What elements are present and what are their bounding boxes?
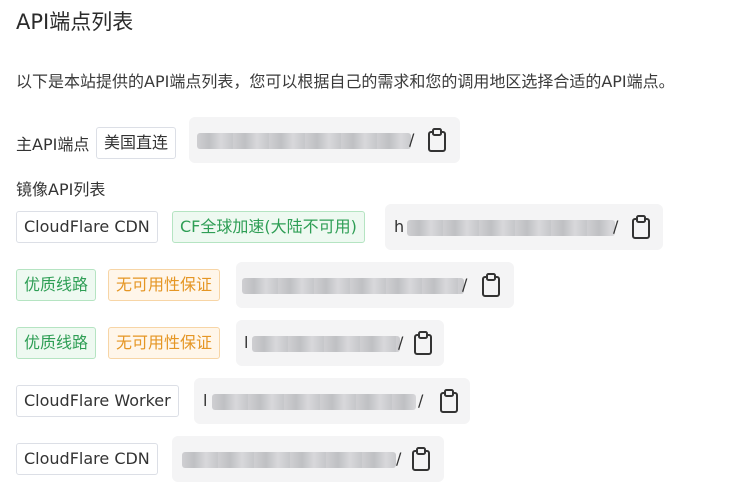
page-description: 以下是本站提供的API端点列表，您可以根据自己的需求和您的调用地区选择合适的AP… (16, 72, 675, 91)
main-endpoint-url[interactable]: / (189, 117, 460, 163)
blurred-url (407, 220, 615, 236)
blurred-url (197, 133, 411, 149)
url-visible-end: / (409, 130, 415, 149)
mirror-tag: 无可用性保证 (108, 327, 221, 359)
clipboard-icon[interactable] (438, 389, 460, 413)
url-visible-end: / (418, 391, 424, 410)
page-title: API端点列表 (16, 10, 134, 34)
clipboard-icon[interactable] (630, 215, 652, 239)
mirror-endpoint-url[interactable]: l / (194, 378, 470, 424)
mirror-tag: 无可用性保证 (108, 269, 221, 301)
clipboard-icon[interactable] (410, 447, 432, 471)
url-visible-end: / (398, 333, 404, 352)
mirror-tag: CloudFlare CDN (16, 211, 158, 243)
mirror-endpoint-url[interactable]: l / (236, 320, 444, 366)
api-endpoints-page: API端点列表 以下是本站提供的API端点列表，您可以根据自己的需求和您的调用地… (0, 0, 737, 485)
blurred-url (252, 336, 400, 352)
url-visible-start: h (394, 217, 405, 236)
blurred-url (182, 452, 396, 468)
main-endpoint-tag: 美国直连 (96, 127, 177, 159)
blurred-url (242, 278, 464, 294)
clipboard-icon[interactable] (480, 273, 502, 297)
mirror-endpoint-url[interactable]: / (172, 436, 444, 482)
mirror-list-heading: 镜像API列表 (16, 180, 106, 199)
url-visible-end: / (613, 217, 619, 236)
mirror-tag: CloudFlare Worker (16, 385, 179, 417)
mirror-tag: 优质线路 (16, 269, 97, 301)
url-visible-end: / (462, 275, 468, 294)
url-visible-start: l (244, 333, 249, 352)
url-visible-start: l (203, 391, 208, 410)
clipboard-icon[interactable] (426, 128, 448, 152)
main-endpoint-label: 主API端点 (16, 135, 90, 154)
mirror-endpoint-url[interactable]: / (236, 262, 514, 308)
mirror-tag: 优质线路 (16, 327, 97, 359)
mirror-endpoint-url[interactable]: h / (385, 204, 663, 250)
clipboard-icon[interactable] (412, 331, 434, 355)
url-visible-end: / (396, 449, 402, 468)
mirror-tag: CloudFlare CDN (16, 443, 158, 475)
mirror-tag: CF全球加速(大陆不可用) (172, 211, 365, 243)
blurred-url (212, 394, 416, 410)
